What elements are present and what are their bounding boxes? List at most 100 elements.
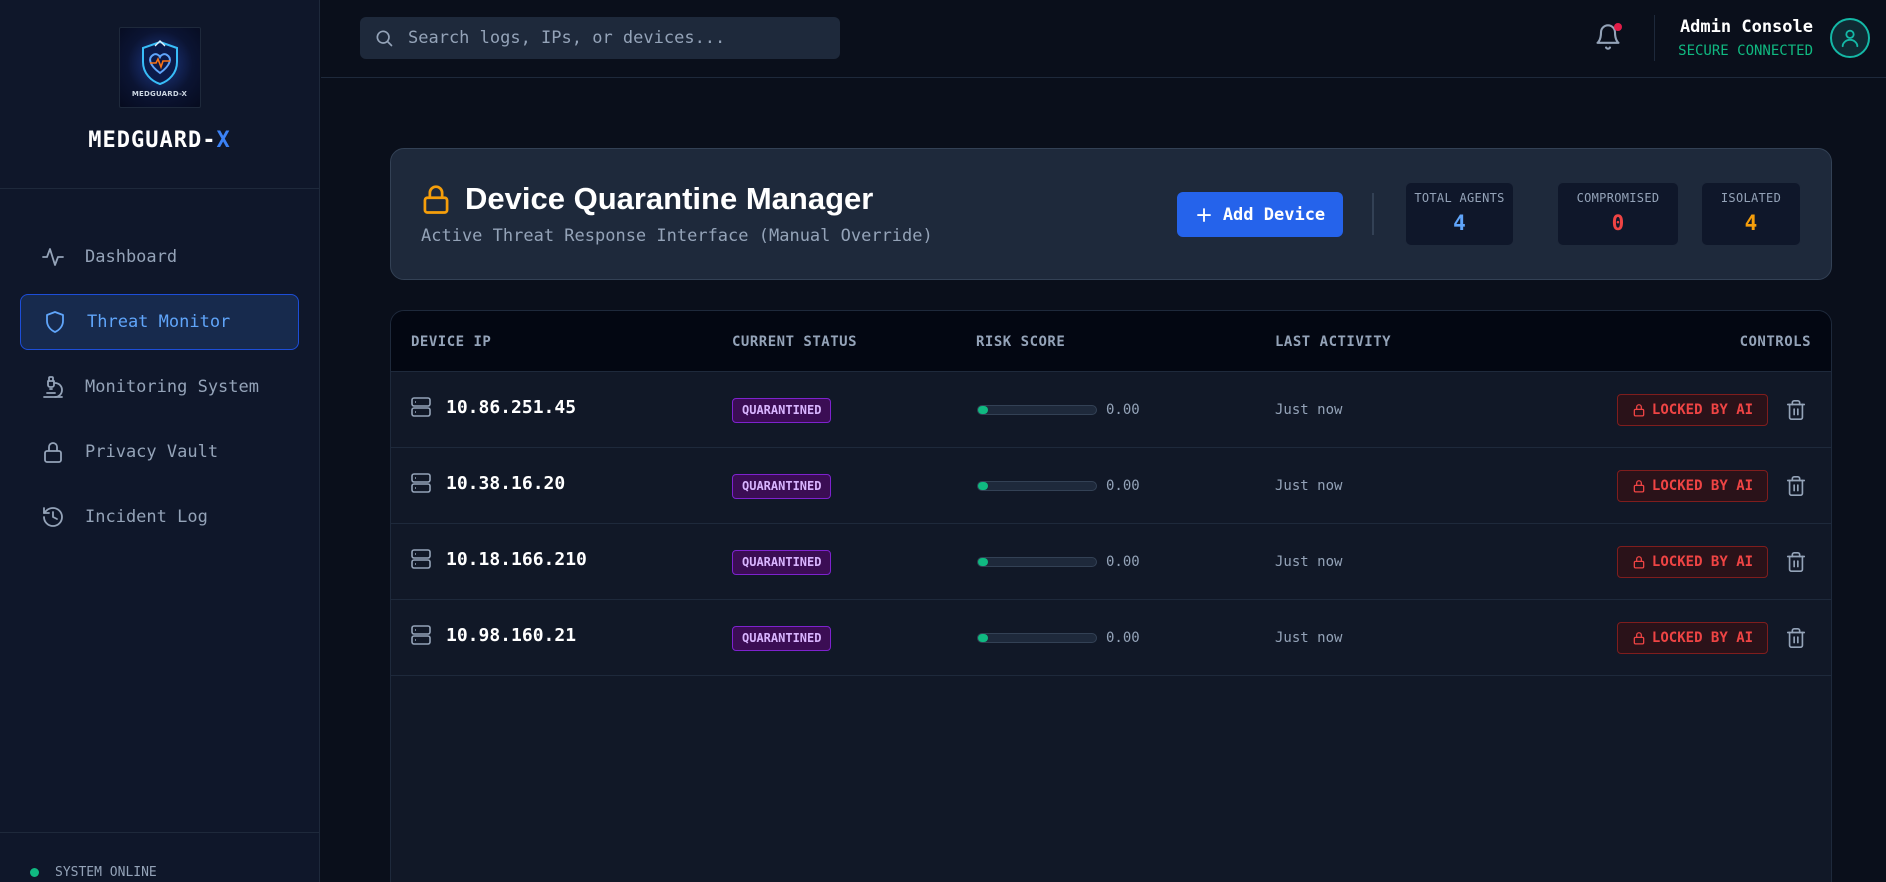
- sidebar-item-privacy-vault[interactable]: Privacy Vault: [20, 424, 299, 480]
- server-icon: [411, 397, 431, 417]
- risk-bar: [977, 481, 1097, 491]
- stat-label: COMPROMISED: [1576, 191, 1660, 205]
- sidebar-item-label: Dashboard: [85, 247, 178, 267]
- logo-caption: MEDGUARD-X: [131, 89, 188, 98]
- risk-bar-fill: [978, 482, 988, 490]
- system-status: SYSTEM ONLINE: [0, 832, 319, 882]
- stat-value: 0: [1611, 211, 1625, 235]
- lock-icon: [1633, 632, 1645, 645]
- history-icon: [43, 507, 63, 527]
- lock-icon: [423, 185, 449, 214]
- risk-score: 0.00: [977, 630, 1140, 646]
- trash-icon[interactable]: [1785, 551, 1807, 573]
- risk-bar: [977, 557, 1097, 567]
- risk-value: 0.00: [1106, 630, 1140, 646]
- lock-icon: [44, 442, 62, 463]
- sidebar: MEDGUARD-X MEDGUARD-X Dashboard Threat M…: [0, 0, 320, 882]
- add-device-button[interactable]: Add Device: [1177, 192, 1343, 237]
- stat-label: TOTAL AGENTS: [1414, 191, 1505, 205]
- risk-score: 0.00: [977, 554, 1140, 570]
- search-bar[interactable]: [360, 17, 840, 59]
- last-activity: Just now: [1275, 630, 1343, 646]
- server-icon: [411, 625, 431, 645]
- risk-bar-fill: [978, 558, 988, 566]
- device-ip: 10.38.16.20: [446, 472, 566, 494]
- server-icon: [411, 473, 431, 493]
- column-header-risk: RISK SCORE: [976, 334, 1066, 350]
- sidebar-nav: Dashboard Threat Monitor Monitoring Syst…: [0, 189, 319, 545]
- column-header-device-ip: DEVICE IP: [411, 334, 492, 350]
- locked-by-ai-button[interactable]: LOCKED BY AI: [1617, 546, 1768, 578]
- trash-icon[interactable]: [1785, 627, 1807, 649]
- table-header: DEVICE IP CURRENT STATUS RISK SCORE LAST…: [391, 311, 1831, 372]
- locked-label: LOCKED BY AI: [1651, 478, 1754, 494]
- system-status-label: SYSTEM ONLINE: [55, 865, 157, 880]
- stat-value: 4: [1453, 211, 1466, 235]
- column-header-status: CURRENT STATUS: [732, 334, 858, 350]
- device-ip: 10.18.166.210: [446, 548, 587, 570]
- trash-icon[interactable]: [1785, 475, 1807, 497]
- locked-label: LOCKED BY AI: [1651, 402, 1754, 418]
- table-row: 10.18.166.210 QUARANTINED 0.00 Just now …: [391, 524, 1831, 600]
- risk-bar: [977, 633, 1097, 643]
- top-header: Admin Console SECURE CONNECTED: [321, 0, 1886, 78]
- sidebar-item-label: Threat Monitor: [87, 312, 231, 332]
- stat-compromised: COMPROMISED 0: [1557, 182, 1679, 246]
- risk-value: 0.00: [1106, 402, 1140, 418]
- trash-icon[interactable]: [1785, 399, 1807, 421]
- risk-value: 0.00: [1106, 554, 1140, 570]
- brand-main: MEDGUARD-: [88, 128, 217, 153]
- last-activity: Just now: [1275, 402, 1343, 418]
- page-title-text: Device Quarantine Manager: [465, 181, 874, 216]
- table-row: 10.98.160.21 QUARANTINED 0.00 Just now L…: [391, 600, 1831, 676]
- locked-by-ai-button[interactable]: LOCKED BY AI: [1617, 470, 1768, 502]
- stat-isolated: ISOLATED 4: [1701, 182, 1801, 246]
- risk-bar: [977, 405, 1097, 415]
- column-header-activity: LAST ACTIVITY: [1275, 334, 1392, 350]
- device-table: DEVICE IP CURRENT STATUS RISK SCORE LAST…: [390, 310, 1832, 882]
- last-activity: Just now: [1275, 554, 1343, 570]
- column-header-controls: CONTROLS: [1739, 334, 1811, 350]
- search-icon: [376, 30, 393, 47]
- locked-by-ai-button[interactable]: LOCKED BY AI: [1617, 394, 1768, 426]
- header-divider: [1654, 15, 1655, 61]
- sidebar-item-incident-log[interactable]: Incident Log: [20, 489, 299, 545]
- search-input[interactable]: [408, 28, 808, 48]
- online-indicator: [30, 868, 39, 877]
- risk-bar-fill: [978, 406, 988, 414]
- shield-icon: [46, 311, 64, 333]
- sidebar-item-label: Monitoring System: [85, 377, 259, 397]
- status-badge: QUARANTINED: [732, 626, 832, 651]
- notifications-button[interactable]: [1594, 23, 1622, 51]
- stat-label: ISOLATED: [1720, 191, 1782, 205]
- user-icon: [1841, 29, 1859, 48]
- sidebar-item-monitoring-system[interactable]: Monitoring System: [20, 359, 299, 415]
- status-badge: QUARANTINED: [732, 550, 832, 575]
- lock-icon: [1633, 404, 1645, 417]
- table-row: 10.38.16.20 QUARANTINED 0.00 Just now LO…: [391, 448, 1831, 524]
- status-badge: QUARANTINED: [732, 474, 832, 499]
- user-info: Admin Console SECURE CONNECTED: [1677, 17, 1813, 59]
- brand-accent: X: [216, 128, 231, 153]
- stat-total-agents: TOTAL AGENTS 4: [1405, 182, 1514, 246]
- device-ip-cell: 10.86.251.45: [411, 396, 576, 418]
- notification-dot: [1614, 23, 1622, 31]
- device-ip-cell: 10.98.160.21: [411, 624, 576, 646]
- lock-icon: [1633, 480, 1645, 493]
- device-ip-cell: 10.18.166.210: [411, 548, 587, 570]
- device-ip-cell: 10.38.16.20: [411, 472, 565, 494]
- locked-by-ai-button[interactable]: LOCKED BY AI: [1617, 622, 1768, 654]
- last-activity: Just now: [1275, 478, 1343, 494]
- avatar[interactable]: [1830, 18, 1870, 58]
- risk-score: 0.00: [977, 402, 1140, 418]
- brand-name: MEDGUARD-X: [88, 128, 230, 153]
- activity-icon: [42, 248, 64, 266]
- logo-area: MEDGUARD-X MEDGUARD-X: [0, 0, 319, 189]
- status-badge: QUARANTINED: [732, 398, 832, 423]
- sidebar-item-dashboard[interactable]: Dashboard: [20, 229, 299, 285]
- sidebar-item-label: Privacy Vault: [85, 442, 219, 462]
- user-name: Admin Console: [1679, 17, 1813, 37]
- sidebar-item-threat-monitor[interactable]: Threat Monitor: [20, 294, 299, 350]
- panel-divider: [1372, 193, 1374, 235]
- medguard-logo: MEDGUARD-X: [118, 27, 201, 108]
